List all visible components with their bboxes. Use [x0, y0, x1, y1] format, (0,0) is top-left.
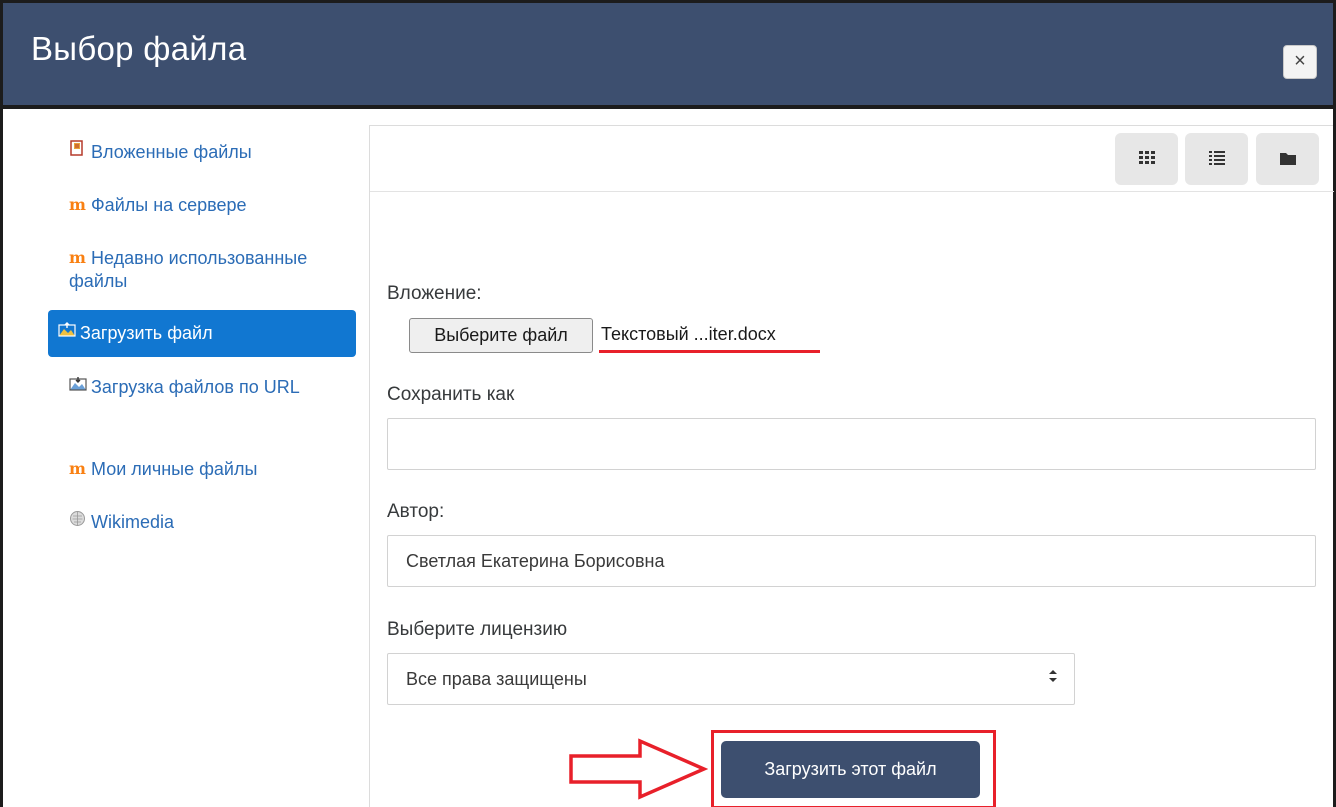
save-as-input[interactable]: [387, 418, 1316, 470]
moodle-icon: m: [69, 248, 86, 267]
url-download-icon: [69, 376, 91, 399]
sidebar-item-label: Недавно использованные файлы: [69, 248, 308, 291]
sidebar-item-server-files[interactable]: m Файлы на сервере: [45, 193, 357, 217]
sidebar-item-label: Файлы на сервере: [91, 195, 247, 215]
save-as-label: Сохранить как: [387, 384, 515, 405]
dialog-header: Выбор файла ×: [3, 3, 1333, 105]
dialog-title: Выбор файла: [31, 30, 247, 67]
view-toolbar: [370, 126, 1334, 192]
folder-view-button[interactable]: [1256, 133, 1319, 185]
sidebar-item-attachments[interactable]: Вложенные файлы: [45, 140, 357, 164]
folder-view-icon: [1279, 148, 1296, 170]
license-select[interactable]: Все права защищены: [387, 653, 1075, 705]
sidebar-item-label: Wikimedia: [91, 512, 175, 532]
moodle-icon: m: [69, 195, 86, 214]
sidebar-item-label: Мои личные файлы: [91, 459, 258, 479]
select-arrows-icon: [1048, 654, 1058, 704]
highlight-underline: [599, 350, 820, 353]
annotation-arrow-icon: [569, 738, 708, 800]
list-view-icon: [1208, 148, 1225, 170]
sidebar-item-url-download[interactable]: Загрузка файлов по URL: [45, 376, 357, 399]
sidebar-item-recent-files[interactable]: m Недавно использованные файлы: [45, 246, 357, 293]
grid-view-button[interactable]: [1115, 133, 1178, 185]
attachment-label: Вложение:: [387, 283, 482, 304]
sidebar-item-label: Вложенные файлы: [91, 142, 252, 162]
upload-this-file-button[interactable]: Загрузить этот файл: [721, 741, 980, 798]
choose-file-button[interactable]: Выберите файл: [409, 318, 593, 353]
moodle-icon: m: [69, 459, 86, 478]
selected-file-name: Текстовый ...iter.docx: [601, 324, 776, 344]
sidebar-item-label: Загрузить файл: [80, 323, 213, 343]
list-view-button[interactable]: [1185, 133, 1248, 185]
header-divider: [3, 105, 1333, 109]
license-label: Выберите лицензию: [387, 619, 568, 640]
sidebar-item-label: Загрузка файлов по URL: [91, 377, 300, 397]
author-input[interactable]: Светлая Екатерина Борисовна: [387, 535, 1316, 587]
sidebar-item-wikimedia[interactable]: Wikimedia: [45, 510, 357, 534]
sidebar-item-private-files[interactable]: m Мои личные файлы: [45, 457, 357, 481]
sidebar-item-upload-file[interactable]: Загрузить файл: [48, 310, 356, 357]
wikimedia-icon: [69, 510, 91, 534]
author-label: Автор:: [387, 501, 445, 522]
upload-icon: [58, 322, 80, 345]
license-selected-value: Все права защищены: [406, 669, 587, 689]
grid-view-icon: [1138, 148, 1155, 170]
close-button[interactable]: ×: [1283, 45, 1317, 79]
attachment-icon: [69, 140, 91, 164]
file-picker-dialog: Выбор файла × Вложенные файлы m Файлы на …: [0, 0, 1336, 807]
